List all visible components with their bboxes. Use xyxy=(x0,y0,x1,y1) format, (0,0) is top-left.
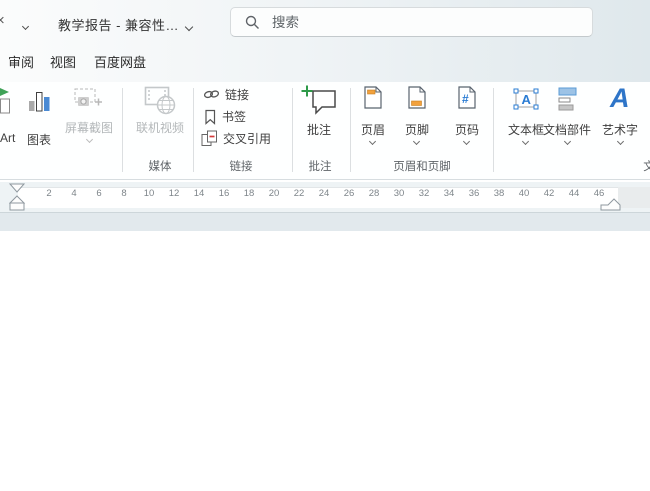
ruler-number: 2 xyxy=(46,188,52,199)
page-number-icon[interactable]: # xyxy=(458,86,477,110)
links-group-label: 链接 xyxy=(229,161,253,173)
ruler-number: 42 xyxy=(543,188,555,199)
footer-icon[interactable] xyxy=(408,86,427,110)
text-box-chevron-icon[interactable] xyxy=(521,137,530,146)
header-footer-group-label: 页眉和页脚 xyxy=(393,161,451,173)
search-icon xyxy=(245,15,259,29)
ruler-number: 36 xyxy=(468,188,480,199)
document-title: 教学报告 - 兼容性… xyxy=(58,18,180,33)
bookmark-icon xyxy=(205,109,216,125)
header-icon[interactable] xyxy=(364,86,383,110)
header-label[interactable]: 页眉 xyxy=(361,121,385,138)
footer-chevron-icon[interactable] xyxy=(412,137,421,146)
text-box-icon[interactable]: A xyxy=(512,86,540,112)
search-input[interactable] xyxy=(272,14,552,30)
screenshot-chevron-icon xyxy=(85,135,94,144)
header-chevron-icon[interactable] xyxy=(368,137,377,146)
cross-reference-button[interactable]: 交叉引用 xyxy=(201,130,271,147)
svg-text:A: A xyxy=(522,92,532,107)
ruler-number: 16 xyxy=(218,188,230,199)
ruler-number: 32 xyxy=(418,188,430,199)
page-number-chevron-icon[interactable] xyxy=(462,137,471,146)
link-button[interactable]: 链接 xyxy=(203,86,249,103)
cross-reference-label: 交叉引用 xyxy=(223,132,272,146)
smartart-icon[interactable] xyxy=(0,88,11,116)
indent-markers[interactable] xyxy=(9,183,27,212)
ruler-number: 14 xyxy=(193,188,205,199)
bookmark-button[interactable]: 书签 xyxy=(204,108,246,125)
svg-text:#: # xyxy=(462,92,469,106)
ruler-number: 20 xyxy=(268,188,280,199)
text-group-label: 文 xyxy=(643,161,650,173)
ribbon: Art 图表 屏幕截图 联机视频 媒体 链接 书签 交叉引用 链接 批注 批注 … xyxy=(0,82,650,180)
ruler-number: 6 xyxy=(96,188,102,199)
ruler-number: 8 xyxy=(121,188,127,199)
word-window: × 教学报告 - 兼容性… 审阅 视图 百度网盘 Art 图表 xyxy=(0,0,650,491)
ruler-number: 24 xyxy=(318,188,330,199)
ruler-number: 34 xyxy=(443,188,455,199)
footer-label[interactable]: 页脚 xyxy=(405,121,429,138)
search-box[interactable] xyxy=(230,7,593,37)
right-indent-marker[interactable] xyxy=(599,198,623,212)
ruler-number: 10 xyxy=(143,188,155,199)
smartart-label[interactable]: Art xyxy=(0,131,15,145)
ruler-number: 38 xyxy=(493,188,505,199)
quick-parts-chevron-icon[interactable] xyxy=(563,137,572,146)
ruler-number: 22 xyxy=(293,188,305,199)
tab-baidu-netdisk[interactable]: 百度网盘 xyxy=(94,52,146,71)
text-box-label[interactable]: 文本框 xyxy=(508,121,544,138)
word-art-label[interactable]: 艺术字 xyxy=(602,121,638,138)
word-art-icon[interactable]: A xyxy=(610,85,630,112)
comment-group-label: 批注 xyxy=(308,161,332,173)
page-number-label[interactable]: 页码 xyxy=(455,121,479,138)
bookmark-label: 书签 xyxy=(222,110,247,124)
quick-access-toolbar-icon[interactable] xyxy=(21,16,34,34)
online-video-icon xyxy=(144,86,176,115)
ruler-number: 26 xyxy=(343,188,355,199)
ruler-number: 28 xyxy=(368,188,380,199)
ruler-number: 30 xyxy=(393,188,405,199)
ruler-band xyxy=(18,187,650,208)
screenshot-icon xyxy=(74,88,102,106)
link-icon xyxy=(203,90,220,99)
page-gap xyxy=(0,212,650,231)
chart-icon[interactable] xyxy=(28,90,52,113)
link-label: 链接 xyxy=(225,88,250,102)
tab-review[interactable]: 审阅 xyxy=(8,52,34,71)
word-art-chevron-icon[interactable] xyxy=(616,137,625,146)
quick-parts-icon[interactable] xyxy=(556,86,580,112)
document-page[interactable]: https://www.rjzxw.com/ 按住 Ctrl 并单击可访问链接 … xyxy=(0,231,650,491)
ruler: 2 4 6 8 10 12 14 16 18 20 22 24 26 28 30 32 34 36 38 40 42 44… xyxy=(0,182,650,212)
ruler-number: 12 xyxy=(168,188,180,199)
chart-label[interactable]: 图表 xyxy=(27,131,51,148)
cross-reference-icon xyxy=(201,130,217,146)
online-video-label: 联机视频 xyxy=(136,121,185,135)
ruler-number: 40 xyxy=(518,188,530,199)
tab-view[interactable]: 视图 xyxy=(50,52,76,71)
media-group-label: 媒体 xyxy=(148,161,172,173)
title-bar: × 教学报告 - 兼容性… 审阅 视图 百度网盘 xyxy=(0,0,650,82)
quick-parts-label[interactable]: 文档部件 xyxy=(543,121,591,138)
ruler-number: 18 xyxy=(243,188,255,199)
partial-close-icon[interactable]: × xyxy=(0,12,5,29)
comment-icon[interactable] xyxy=(300,84,338,118)
screenshot-label: 屏幕截图 xyxy=(65,121,114,135)
comment-label[interactable]: 批注 xyxy=(307,121,331,138)
ruler-number: 4 xyxy=(71,188,77,199)
ruler-number: 44 xyxy=(568,188,580,199)
title-chevron-down-icon[interactable] xyxy=(184,17,194,35)
